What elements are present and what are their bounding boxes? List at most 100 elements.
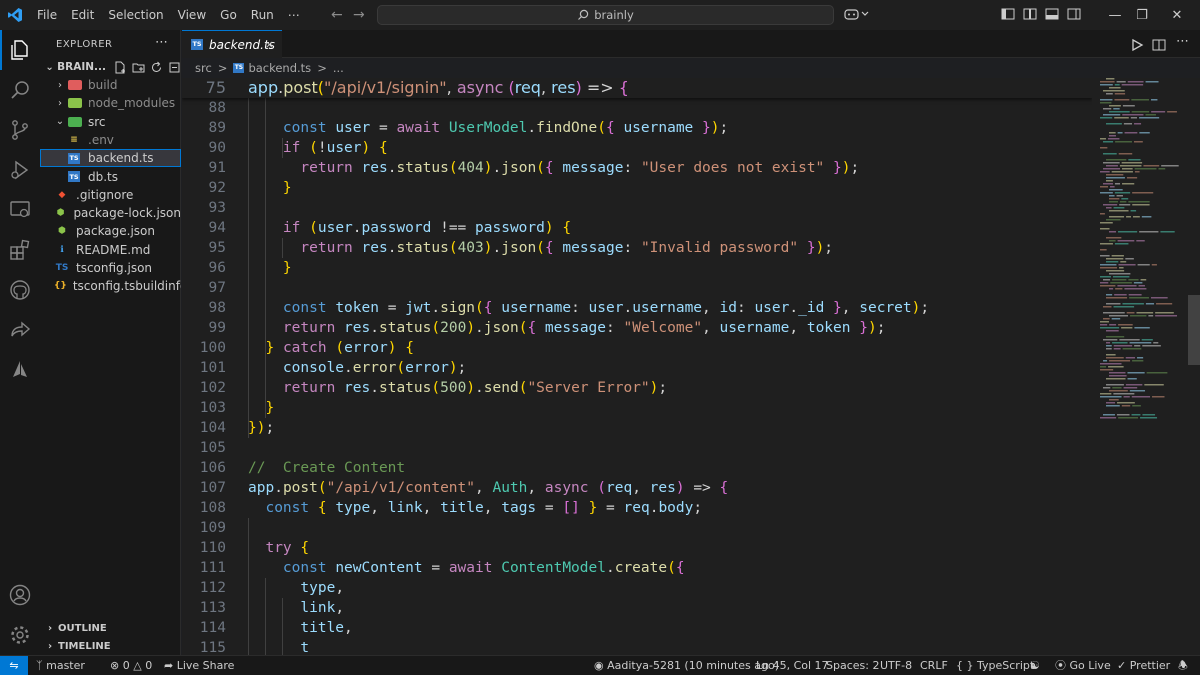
code-line[interactable]: 99 return res.status(200).json({ message… [182,318,1092,338]
code-line[interactable]: 106 // Create Content [182,458,1092,478]
toggle-secondary-sidebar-icon[interactable] [1067,7,1081,21]
source-control-icon[interactable] [8,118,32,142]
minimap[interactable] [1092,78,1188,655]
toggle-bottom-panel-icon[interactable] [1045,7,1059,21]
problems-indicator[interactable]: ⊗ 0 △ 0 [110,656,152,675]
tree-file-tsconfigtsbuildinfo[interactable]: {} tsconfig.tsbuildinfo [40,277,181,295]
run-code-icon[interactable] [1130,37,1144,52]
menu-run[interactable]: Run [244,0,281,30]
indentation-setting[interactable]: Spaces: 2 [826,656,879,675]
code-line[interactable]: 102 return res.status(500).send("Server … [182,378,1092,398]
tree-file-env[interactable]: ≡ .env [40,131,181,149]
menu-edit[interactable]: Edit [64,0,101,30]
code-line[interactable]: 104}); [182,418,1092,438]
close-tab-icon[interactable]: × [265,38,274,51]
menu-selection[interactable]: Selection [101,0,170,30]
code-line[interactable]: 93 [182,198,1092,218]
code-line[interactable]: 103 } [182,398,1092,418]
outline-section[interactable]: › OUTLINE [40,619,181,637]
command-center-search[interactable]: brainly [377,5,834,25]
tree-file-READMEmd[interactable]: ℹ README.md [40,241,181,259]
copilot-icon[interactable] [844,7,870,21]
code-line[interactable]: 112 type, [182,578,1092,598]
code-editor[interactable]: 87 }8889 const user = await UserModel.fi… [182,78,1092,655]
breadcrumb-src[interactable]: src [195,61,212,75]
code-line[interactable]: 113 link, [182,598,1092,618]
live-share-status[interactable]: ➦ Live Share [164,656,234,675]
code-line[interactable]: 105 [182,438,1092,458]
vscode-logo-icon[interactable] [0,0,30,30]
code-line[interactable]: 92 } [182,178,1092,198]
search-icon[interactable] [8,78,32,102]
code-line[interactable]: 88 [182,98,1092,118]
notifications-bell-icon[interactable]: 🕭 [1178,656,1188,675]
more-menu-icon[interactable]: ⋯ [281,0,307,30]
code-line[interactable]: 95 return res.status(403).json({ message… [182,238,1092,258]
menu-file[interactable]: File [30,0,64,30]
tree-folder-src[interactable]: ⌄ src [40,113,181,131]
back-arrow-icon[interactable]: ← [331,7,343,23]
code-line[interactable]: 115 t [182,638,1092,655]
code-line[interactable]: 90 if (!user) { [182,138,1092,158]
code-line[interactable]: 91 return res.status(404).json({ message… [182,158,1092,178]
menu-view[interactable]: View [171,0,213,30]
tree-file-dbts[interactable]: TS db.ts [40,168,181,186]
toggle-panel-icon[interactable] [1023,7,1037,21]
new-folder-icon[interactable] [132,61,145,74]
cursor-position[interactable]: Ln 45, Col 17 [756,656,829,675]
run-debug-icon[interactable] [8,158,32,182]
new-file-icon[interactable] [114,61,127,74]
remote-indicator-icon[interactable]: ⇋ [0,655,28,675]
go-live-button[interactable]: ⦿ Go Live [1055,656,1111,675]
tree-file-gitignore[interactable]: ◆ .gitignore [40,186,181,204]
azure-icon[interactable] [8,358,32,382]
breadcrumb-symbol[interactable]: ... [333,61,344,75]
account-icon[interactable] [8,583,32,607]
prettier-status[interactable]: ✓ Prettier [1117,656,1170,675]
forward-arrow-icon[interactable]: → [353,7,365,23]
timeline-section[interactable]: › TIMELINE [40,637,181,655]
code-line[interactable]: 101 console.error(error); [182,358,1092,378]
code-line[interactable]: 109 [182,518,1092,538]
code-line[interactable]: 97 [182,278,1092,298]
toggle-sidebar-icon[interactable] [1001,7,1015,21]
tree-folder-build[interactable]: › build [40,76,181,94]
tree-file-packagelockjson[interactable]: ⬢ package-lock.json [40,204,181,222]
scrollbar-thumb[interactable] [1188,295,1200,365]
explorer-icon[interactable] [8,38,32,62]
eol-setting[interactable]: CRLF [920,656,948,675]
code-line[interactable]: 110 try { [182,538,1092,558]
code-line[interactable]: 107 app.post("/api/v1/content", Auth, asy… [182,478,1092,498]
code-line[interactable]: 89 const user = await UserModel.findOne(… [182,118,1092,138]
github-icon[interactable] [8,278,32,302]
live-share-icon[interactable] [8,318,32,342]
explorer-more-actions-icon[interactable]: ⋯ [155,35,168,50]
code-line[interactable]: 94 if (user.password !== password) { [182,218,1092,238]
menu-go[interactable]: Go [213,0,244,30]
refresh-icon[interactable] [150,61,163,74]
remote-explorer-icon[interactable] [8,198,32,222]
tree-file-tsconfigjson[interactable]: TS tsconfig.json [40,259,181,277]
extensions-icon[interactable] [8,238,32,262]
workspace-root[interactable]: ⌄ BRAIN... [40,58,181,76]
code-line[interactable]: 100 } catch (error) { [182,338,1092,358]
code-line[interactable]: 114 title, [182,618,1092,638]
close-button[interactable]: ✕ [1154,0,1200,30]
git-blame-indicator[interactable]: ◉ Aaditya-5281 (10 minutes ago) [594,656,779,675]
tree-file-packagejson[interactable]: ⬢ package.json [40,222,181,240]
split-editor-icon[interactable] [1152,37,1166,51]
language-mode[interactable]: { } TypeScript [956,656,1034,675]
breadcrumb-file[interactable]: backend.ts [248,61,311,75]
tree-folder-nodemodules[interactable]: › node_modules [40,94,181,112]
copilot-status-icon[interactable]: ☯ [1030,656,1040,675]
code-line[interactable]: 98 const token = jwt.sign({ username: us… [182,298,1092,318]
sticky-scroll-line[interactable]: 75 app.post("/api/v1/signin", async (req… [182,78,1092,98]
branch-indicator[interactable]: ᛉ master [36,656,85,675]
more-actions-icon[interactable]: ⋯ [1176,34,1190,49]
settings-gear-icon[interactable] [8,623,32,647]
vertical-scrollbar[interactable] [1188,78,1200,655]
tab-backend-ts[interactable]: TS backend.ts × [182,30,282,58]
encoding-setting[interactable]: UTF-8 [880,656,912,675]
code-line[interactable]: 111 const newContent = await ContentMode… [182,558,1092,578]
tree-file-backendts[interactable]: TS backend.ts [40,149,181,168]
